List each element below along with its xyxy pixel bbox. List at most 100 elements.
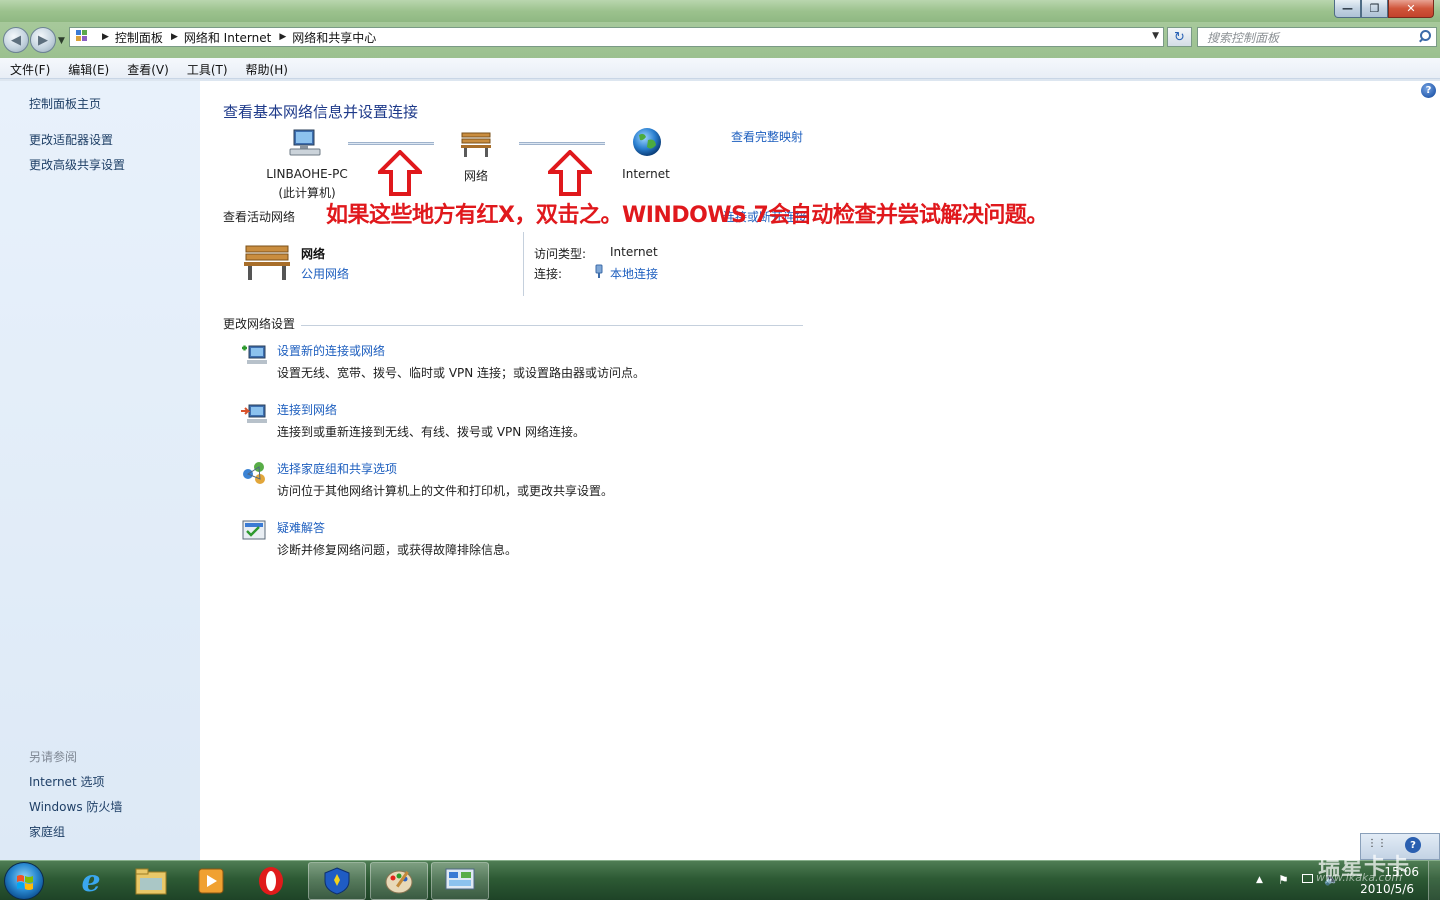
- active-network-bench-icon: [244, 245, 290, 280]
- see-also-heading: 另请参阅: [29, 750, 78, 764]
- sidebar-link-control-panel-home[interactable]: 控制面板主页: [29, 95, 101, 112]
- breadcrumb-control-panel[interactable]: 控制面板: [115, 29, 163, 46]
- action-center-flag-icon[interactable]: ⚑: [1278, 873, 1289, 887]
- clock-date[interactable]: 2010/5/6: [1360, 882, 1414, 896]
- taskbar-opera[interactable]: [242, 862, 300, 900]
- show-desktop-button[interactable]: [1428, 861, 1440, 900]
- back-button[interactable]: ◀: [3, 27, 29, 53]
- media-player-icon: [198, 868, 224, 894]
- forward-button[interactable]: ▶: [30, 27, 56, 53]
- task-link-troubleshoot[interactable]: 疑难解答: [277, 519, 325, 536]
- menu-bar: 文件(F) 编辑(E) 查看(V) 工具(T) 帮助(H): [0, 58, 1440, 79]
- connection-line-network-internet[interactable]: [519, 142, 605, 145]
- watermark-url: www.ikaka.com: [1316, 871, 1403, 884]
- control-panel-icon: [76, 30, 94, 44]
- task-desc-setup-new-connection: 设置无线、宽带、拨号、临时或 VPN 连接；或设置路由器或访问点。: [277, 366, 646, 380]
- address-bar[interactable]: ▶ 控制面板 ▶ 网络和 Internet ▶ 网络和共享中心 ▼: [69, 27, 1164, 47]
- forward-arrow-icon: ▶: [38, 32, 48, 48]
- menu-edit[interactable]: 编辑(E): [58, 58, 117, 78]
- paint-icon: [385, 870, 413, 894]
- red-arrow-annotation-icon: [378, 150, 422, 196]
- see-also-homegroup[interactable]: 家庭组: [29, 823, 65, 840]
- sidebar: 控制面板主页 更改适配器设置 更改高级共享设置 另请参阅 Internet 选项…: [0, 81, 200, 860]
- connection-line-computer-network[interactable]: [348, 142, 434, 145]
- breadcrumb-network-internet[interactable]: 网络和 Internet: [184, 29, 271, 46]
- change-settings-divider: [301, 325, 803, 326]
- sidebar-link-adapter-settings[interactable]: 更改适配器设置: [29, 131, 113, 148]
- computer-icon[interactable]: [288, 128, 322, 158]
- internet-label: Internet: [622, 167, 670, 181]
- taskbar-paint[interactable]: [370, 862, 428, 900]
- close-button[interactable]: ✕: [1388, 0, 1434, 18]
- menu-tools[interactable]: 工具(T): [177, 58, 236, 78]
- task-link-setup-new-connection[interactable]: 设置新的连接或网络: [277, 342, 385, 359]
- sidebar-link-advanced-sharing[interactable]: 更改高级共享设置: [29, 156, 125, 173]
- internet-explorer-icon: e: [81, 863, 101, 899]
- task-desc-homegroup-sharing: 访问位于其他网络计算机上的文件和打印机，或更改共享设置。: [277, 484, 614, 498]
- red-arrow-annotation-icon: [548, 150, 592, 196]
- network-label: 网络: [463, 169, 488, 183]
- menu-file[interactable]: 文件(F): [0, 58, 58, 78]
- breadcrumb-network-sharing-center[interactable]: 网络和共享中心: [292, 29, 376, 46]
- taskbar: e ▲ ⚑ 🔈 15:06 2010/5/6: [0, 860, 1440, 900]
- recent-pages-dropdown-icon[interactable]: ▼: [58, 36, 65, 46]
- grip-icon: ⋮⋮: [1367, 838, 1387, 849]
- page-title: 查看基本网络信息并设置连接: [223, 103, 419, 121]
- refresh-icon: ↻: [1174, 29, 1185, 45]
- change-settings-heading: 更改网络设置: [223, 317, 296, 331]
- refresh-button[interactable]: ↻: [1167, 27, 1192, 47]
- task-desc-troubleshoot: 诊断并修复网络问题，或获得故障排除信息。: [277, 543, 518, 557]
- access-type-label: 访问类型:: [534, 247, 587, 261]
- menu-view[interactable]: 查看(V): [117, 58, 177, 78]
- task-link-connect-network[interactable]: 连接到网络: [277, 401, 337, 418]
- breadcrumb-separator-icon[interactable]: ▶: [171, 32, 178, 42]
- window-controls: — ❐ ✕: [1334, 0, 1434, 18]
- new-connection-icon: [242, 345, 267, 364]
- taskbar-internet-explorer[interactable]: e: [62, 862, 120, 900]
- connection-label: 连接:: [534, 267, 563, 281]
- computer-name-label: LINBAOHE-PC: [266, 167, 348, 181]
- title-bar: — ❐ ✕: [0, 0, 1440, 22]
- network-tray-icon[interactable]: [1302, 874, 1313, 883]
- network-bench-icon[interactable]: [459, 130, 493, 158]
- annotation-text: 如果这些地方有红X，双击之。WINDOWS 7会自动检查并尝试解决问题。: [326, 203, 1048, 228]
- search-input[interactable]: 搜索控制面板: [1197, 27, 1437, 47]
- view-full-map-link[interactable]: 查看完整映射: [731, 128, 803, 145]
- active-networks-heading: 查看活动网络: [223, 210, 296, 224]
- address-dropdown-icon[interactable]: ▼: [1152, 31, 1159, 41]
- see-also-windows-firewall[interactable]: Windows 防火墙: [29, 798, 122, 815]
- troubleshoot-icon: [242, 520, 266, 540]
- homegroup-sharing-icon: [243, 462, 265, 484]
- active-network-divider: [523, 232, 524, 296]
- see-also-internet-options[interactable]: Internet 选项: [29, 773, 104, 790]
- windows-logo-icon: [17, 875, 33, 890]
- taskbar-media-player[interactable]: [182, 862, 240, 900]
- local-connection-link[interactable]: 本地连接: [610, 265, 658, 282]
- ethernet-plug-icon: [595, 264, 603, 278]
- breadcrumb-separator-icon[interactable]: ▶: [102, 32, 109, 42]
- taskbar-network-center[interactable]: [431, 862, 489, 900]
- task-link-homegroup-sharing[interactable]: 选择家庭组和共享选项: [277, 460, 397, 477]
- network-type-link[interactable]: 公用网络: [301, 265, 349, 282]
- show-hidden-icons-icon[interactable]: ▲: [1256, 875, 1263, 885]
- connect-network-icon: [241, 404, 267, 423]
- explorer-folder-icon: [135, 868, 167, 895]
- minimize-button[interactable]: —: [1334, 0, 1361, 18]
- back-arrow-icon: ◀: [11, 32, 21, 48]
- access-type-value: Internet: [610, 245, 658, 259]
- start-button[interactable]: [4, 862, 44, 900]
- help-icon[interactable]: ?: [1421, 83, 1436, 98]
- active-network-name: 网络: [301, 247, 326, 261]
- search-placeholder: 搜索控制面板: [1207, 30, 1280, 45]
- breadcrumb-separator-icon[interactable]: ▶: [279, 32, 286, 42]
- menu-help[interactable]: 帮助(H): [236, 58, 296, 78]
- taskbar-security-app[interactable]: [308, 862, 366, 900]
- menu-divider: [0, 79, 1440, 81]
- shield-app-icon: [324, 867, 350, 895]
- search-icon[interactable]: [1416, 28, 1436, 46]
- maximize-button[interactable]: ❐: [1361, 0, 1388, 18]
- taskbar-explorer[interactable]: [122, 862, 180, 900]
- opera-icon: [259, 867, 283, 895]
- internet-globe-icon[interactable]: [631, 126, 663, 158]
- network-center-icon: [445, 868, 475, 890]
